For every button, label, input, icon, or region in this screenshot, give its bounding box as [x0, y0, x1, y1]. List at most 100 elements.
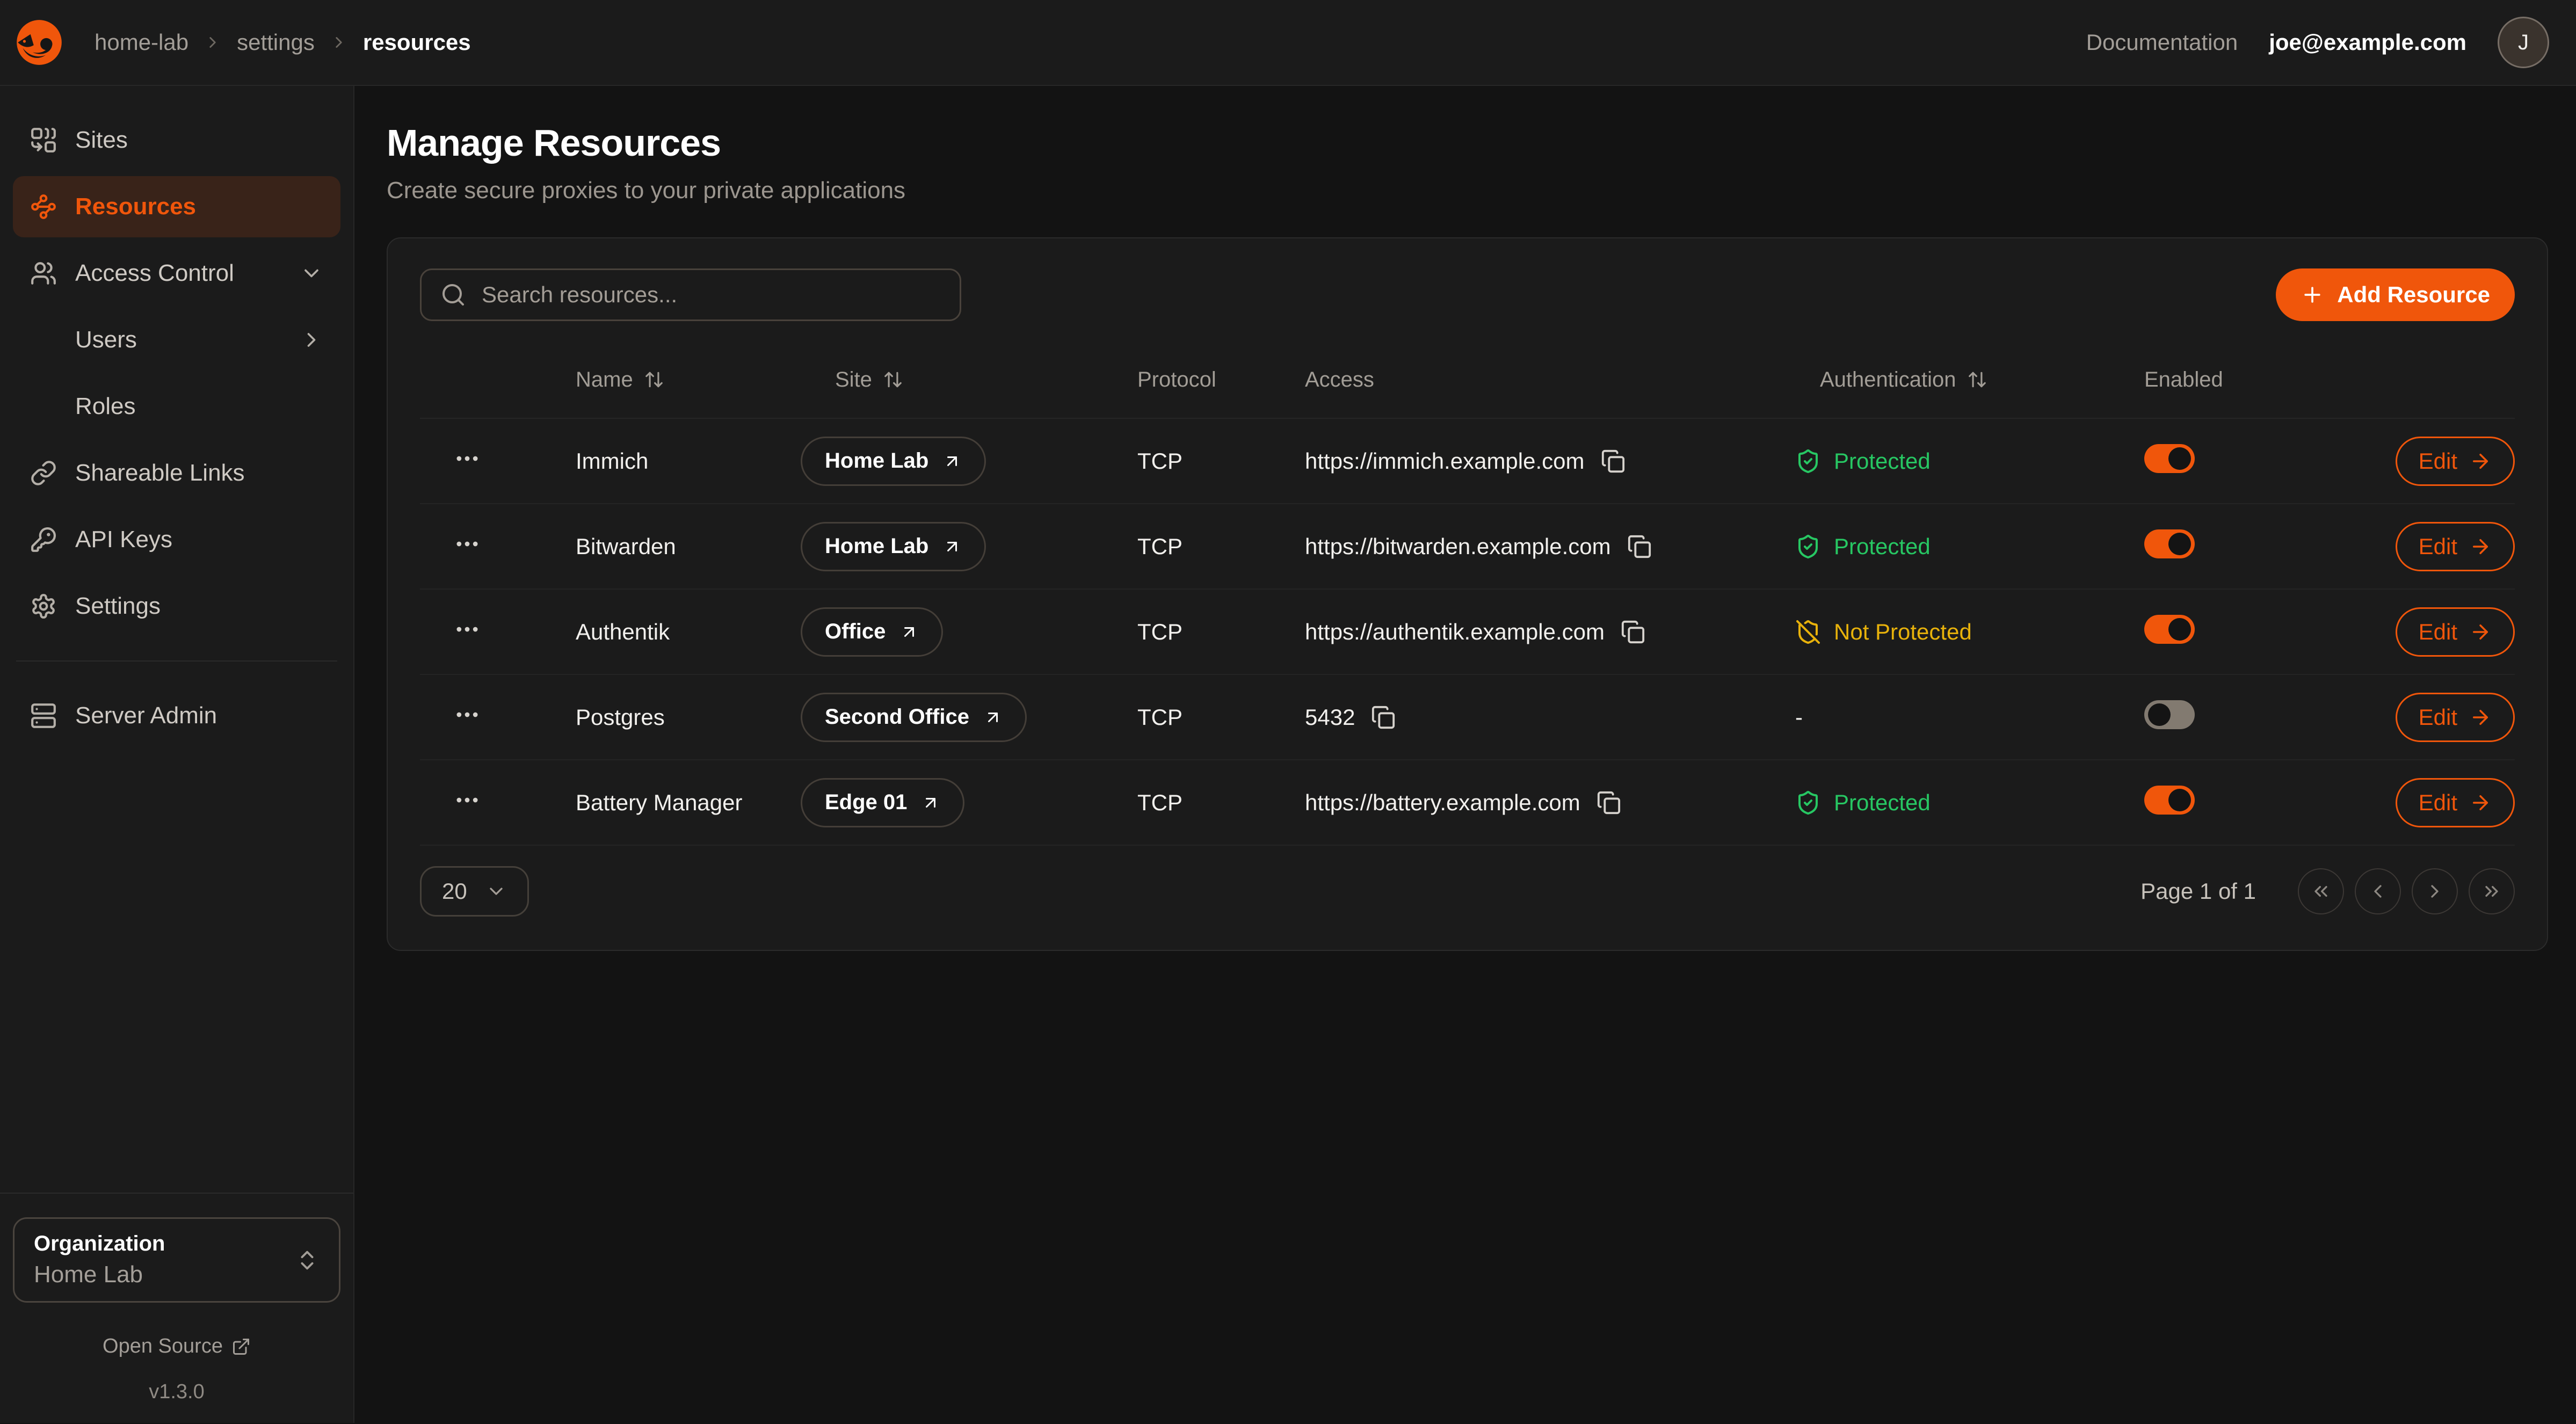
- sidebar-item-resources[interactable]: Resources: [13, 176, 340, 237]
- version-label: v1.3.0: [13, 1381, 340, 1404]
- page-size-value: 20: [442, 878, 467, 904]
- copy-button[interactable]: [1597, 790, 1621, 815]
- row-menu-button[interactable]: [453, 445, 481, 473]
- organization-label: Organization: [34, 1232, 165, 1256]
- row-menu-button[interactable]: [453, 615, 481, 643]
- sidebar-item-server-admin[interactable]: Server Admin: [13, 685, 340, 746]
- site-link-button[interactable]: Home Lab: [801, 437, 986, 486]
- enabled-toggle[interactable]: [2144, 615, 2195, 644]
- chevrons-up-down-icon: [295, 1248, 320, 1273]
- organization-select[interactable]: Organization Home Lab: [13, 1217, 340, 1303]
- auth-status: Protected: [1834, 790, 1931, 816]
- row-menu-button[interactable]: [453, 786, 481, 814]
- sidebar-item-label: Users: [75, 326, 137, 353]
- sort-icon[interactable]: [644, 369, 664, 390]
- chevron-down-icon: [300, 261, 323, 285]
- documentation-link[interactable]: Documentation: [2086, 30, 2238, 55]
- arrow-up-right-icon: [983, 708, 1003, 727]
- sidebar-bottom-divider: [0, 1193, 353, 1194]
- edit-button[interactable]: Edit: [2396, 522, 2515, 571]
- page-size-select[interactable]: 20: [420, 866, 529, 917]
- chevrons-left-icon: [2310, 881, 2332, 902]
- sidebar-item-sites[interactable]: Sites: [13, 110, 340, 171]
- row-menu-button[interactable]: [453, 530, 481, 558]
- arrow-right-icon: [2469, 450, 2492, 473]
- column-header-name: Name: [576, 368, 633, 392]
- page-title: Manage Resources: [387, 121, 2548, 164]
- sort-icon[interactable]: [883, 369, 903, 390]
- edit-button[interactable]: Edit: [2396, 778, 2515, 827]
- edit-button[interactable]: Edit: [2396, 693, 2515, 742]
- avatar[interactable]: J: [2498, 17, 2549, 68]
- next-page-button[interactable]: [2412, 868, 2458, 914]
- site-link-button[interactable]: Second Office: [801, 693, 1027, 742]
- site-link-button[interactable]: Edge 01: [801, 778, 964, 827]
- user-email[interactable]: joe@example.com: [2269, 30, 2466, 55]
- main-content: Manage Resources Create secure proxies t…: [354, 86, 2576, 1423]
- ellipsis-icon: [453, 615, 481, 643]
- ellipsis-icon: [453, 701, 481, 729]
- protocol-value: TCP: [1137, 534, 1182, 559]
- search-input[interactable]: [420, 268, 961, 321]
- site-link-button[interactable]: Office: [801, 607, 943, 657]
- breadcrumb-separator-icon: [204, 33, 222, 52]
- sidebar-item-label: API Keys: [75, 526, 172, 553]
- chevron-left-icon: [2367, 881, 2389, 902]
- arrow-right-icon: [2469, 535, 2492, 558]
- pagination-bar: 20 Page 1 of 1: [420, 866, 2515, 917]
- add-resource-button[interactable]: Add Resource: [2276, 268, 2515, 321]
- sidebar-item-label: Settings: [75, 593, 161, 620]
- sidebar-item-users[interactable]: Users: [13, 309, 340, 370]
- copy-button[interactable]: [1371, 705, 1396, 730]
- edit-label: Edit: [2419, 704, 2457, 730]
- resource-name: Immich: [576, 448, 648, 474]
- edit-button[interactable]: Edit: [2396, 437, 2515, 486]
- protocol-value: TCP: [1137, 790, 1182, 815]
- copy-button[interactable]: [1627, 534, 1652, 559]
- edit-button[interactable]: Edit: [2396, 607, 2515, 657]
- sidebar-item-label: Roles: [75, 393, 136, 420]
- sidebar-item-label: Server Admin: [75, 702, 217, 729]
- table-header-row: Name Site Protocol Access Authentication…: [420, 342, 2515, 419]
- toggle-knob: [2168, 533, 2191, 555]
- copy-button[interactable]: [1601, 449, 1626, 474]
- first-page-button[interactable]: [2298, 868, 2344, 914]
- enabled-toggle[interactable]: [2144, 700, 2195, 729]
- chevron-down-icon: [485, 881, 507, 902]
- sidebar-item-access-control[interactable]: Access Control: [13, 243, 340, 304]
- column-header-access: Access: [1305, 368, 1374, 392]
- site-link-button[interactable]: Home Lab: [801, 522, 986, 571]
- chevrons-right-icon: [2481, 881, 2502, 902]
- edit-label: Edit: [2419, 534, 2457, 560]
- pangolin-logo-icon[interactable]: [12, 15, 67, 70]
- site-name: Home Lab: [825, 534, 928, 558]
- enabled-toggle[interactable]: [2144, 444, 2195, 473]
- arrow-up-right-icon: [899, 622, 919, 642]
- page-status: Page 1 of 1: [2140, 878, 2256, 904]
- protocol-value: TCP: [1137, 619, 1182, 644]
- search-icon: [440, 282, 466, 308]
- gear-icon: [30, 593, 57, 620]
- copy-button[interactable]: [1621, 620, 1645, 644]
- last-page-button[interactable]: [2469, 868, 2515, 914]
- chevron-right-icon: [300, 328, 323, 352]
- auth-status: Protected: [1834, 534, 1931, 560]
- sidebar: Sites Resources Access Control Users Rol…: [0, 86, 354, 1423]
- auth-status: Not Protected: [1834, 619, 1972, 645]
- breadcrumb-settings[interactable]: settings: [237, 30, 315, 55]
- enabled-toggle[interactable]: [2144, 786, 2195, 815]
- column-header-site: Site: [835, 368, 872, 392]
- sidebar-item-settings[interactable]: Settings: [13, 576, 340, 637]
- enabled-toggle[interactable]: [2144, 529, 2195, 558]
- open-source-link[interactable]: Open Source: [13, 1335, 340, 1358]
- sidebar-item-roles[interactable]: Roles: [13, 376, 340, 437]
- sort-icon[interactable]: [1967, 369, 1987, 390]
- sidebar-item-label: Access Control: [75, 260, 234, 287]
- breadcrumb-org[interactable]: home-lab: [95, 30, 188, 55]
- server-icon: [30, 702, 57, 729]
- sidebar-item-shareable-links[interactable]: Shareable Links: [13, 442, 340, 504]
- previous-page-button[interactable]: [2355, 868, 2401, 914]
- row-menu-button[interactable]: [453, 701, 481, 729]
- access-url: https://battery.example.com: [1305, 790, 1580, 816]
- sidebar-item-api-keys[interactable]: API Keys: [13, 509, 340, 570]
